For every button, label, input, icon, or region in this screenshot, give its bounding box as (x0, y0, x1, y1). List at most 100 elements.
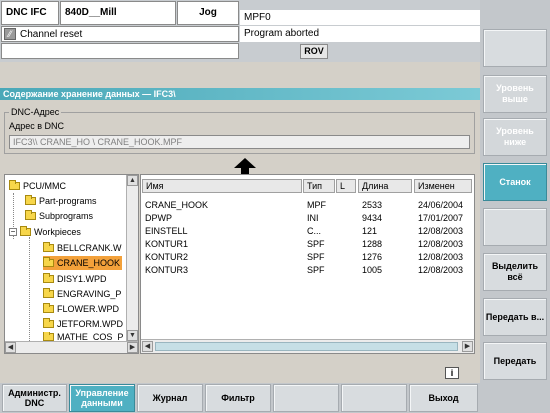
softkey-h5[interactable] (273, 384, 339, 412)
tree-item-jetform[interactable]: JETFORM.WPD (43, 317, 123, 331)
dnc-label: DNC IFC (1, 1, 59, 25)
table-row[interactable]: CRANE_HOOK MPF 2533 24/06/2004 (141, 199, 474, 212)
scroll-right-icon[interactable]: ▶ (127, 342, 138, 353)
file-type: C... (307, 226, 322, 236)
softkey-v6[interactable] (483, 208, 547, 246)
program-name: MPF0 (240, 10, 480, 25)
column-modified[interactable]: Изменен (414, 179, 472, 193)
softkey-v1[interactable] (483, 29, 547, 67)
softkey-h6[interactable] (341, 384, 407, 412)
scroll-up-icon[interactable]: ▲ (127, 175, 138, 186)
tree-item-label: Subprograms (39, 211, 94, 221)
program-status: Program aborted (240, 26, 480, 42)
tree-item-label: DISY1.WPD (57, 274, 107, 284)
data-management-tab[interactable]: Управление данными (69, 384, 135, 412)
tree-item-label: PCU/MMC (23, 181, 66, 191)
tree-item-label: FLOWER.WPD (57, 304, 119, 314)
file-type: INI (307, 213, 319, 223)
scrollbar-thumb[interactable] (155, 342, 458, 351)
table-row[interactable]: EINSTELL C... 121 12/08/2003 (141, 225, 474, 238)
tree-item-label: ENGRAVING_P (57, 289, 122, 299)
column-name[interactable]: Имя (142, 179, 302, 193)
info-icon[interactable]: i (445, 367, 459, 379)
dnc-address-group: DNC-Адрес Адрес в DNC IFC3\\ CRANE_HO \ … (4, 107, 475, 154)
level-up-button[interactable]: Уровень выше (483, 75, 547, 113)
transfer-to-button[interactable]: Передать в... (483, 298, 547, 336)
tree-item-workpieces[interactable]: − Workpieces (9, 225, 81, 239)
vertical-softkey-bar: Уровень выше Уровень ниже Станок Выделит… (480, 0, 550, 413)
tree-item-engraving[interactable]: ENGRAVING_P (43, 287, 121, 301)
file-length: 1276 (362, 252, 383, 262)
table-row[interactable]: KONTUR2 SPF 1276 12/08/2003 (141, 251, 474, 264)
table-row[interactable]: KONTUR1 SPF 1288 12/08/2003 (141, 238, 474, 251)
machine-button[interactable]: Станок (483, 163, 547, 201)
folder-icon (20, 226, 31, 236)
file-name: CRANE_HOOK (145, 200, 209, 210)
file-modified: 12/08/2003 (418, 226, 464, 236)
file-length: 1288 (362, 239, 383, 249)
file-name: KONTUR3 (145, 265, 189, 275)
tree-item-flower[interactable]: FLOWER.WPD (43, 302, 119, 316)
folder-icon (43, 303, 54, 313)
file-type: MPF (307, 200, 326, 210)
file-length: 2533 (362, 200, 383, 210)
folder-icon (9, 180, 20, 190)
dnc-address-group-label: DNC-Адрес (9, 107, 62, 117)
horizontal-softkey-bar: Администр. DNC Управление данными Журнал… (0, 383, 480, 413)
column-length[interactable]: Длина (358, 179, 412, 193)
table-row[interactable]: DPWP INI 9434 17/01/2007 (141, 212, 474, 225)
machine-name: 840D__Mill (60, 1, 176, 25)
tree-item-label: Workpieces (34, 227, 81, 237)
table-row[interactable]: KONTUR3 SPF 1005 12/08/2003 (141, 264, 474, 277)
status-header: DNC IFC 840D__Mill Jog MPF0 ⁄⁄ Channel r… (0, 0, 480, 62)
tree-item-part-programs[interactable]: Part-programs (25, 194, 97, 208)
tree-item-disy1[interactable]: DISY1.WPD (43, 272, 107, 286)
file-modified: 17/01/2007 (418, 213, 464, 223)
directory-tree[interactable]: PCU/MMC Part-programs Subprograms − Work… (4, 174, 139, 354)
scroll-left-icon[interactable]: ◀ (5, 342, 16, 353)
select-all-button[interactable]: Выделить всё (483, 253, 547, 291)
message-line (1, 43, 239, 59)
tree-item-crane-hook[interactable]: CRANE_HOOK (43, 256, 123, 270)
scroll-right-icon[interactable]: ▶ (462, 341, 473, 352)
file-name: KONTUR1 (145, 239, 189, 249)
column-l[interactable]: L (336, 179, 356, 193)
tree-horizontal-scrollbar[interactable]: ◀ ▶ (5, 341, 138, 353)
tree-item-subprograms[interactable]: Subprograms (25, 209, 93, 223)
file-list[interactable]: Имя Тип L Длина Изменен CRANE_HOOK MPF 2… (140, 174, 475, 354)
transfer-button[interactable]: Передать (483, 342, 547, 380)
dnc-address-field[interactable]: IFC3\\ CRANE_HO \ CRANE_HOOK.MPF (9, 135, 470, 149)
folder-icon (43, 288, 54, 298)
tree-item-bellcrank[interactable]: BELLCRANK.W (43, 241, 122, 255)
level-down-button[interactable]: Уровень ниже (483, 118, 547, 156)
dnc-address-label: Адрес в DNC (9, 121, 65, 131)
scroll-down-icon[interactable]: ▼ (127, 330, 138, 341)
folder-open-icon (43, 257, 54, 267)
exit-button[interactable]: Выход (409, 384, 478, 412)
window-title: Содержание хранение данных — IFC3\ (0, 88, 480, 100)
file-name: DPWP (145, 213, 172, 223)
folder-icon (43, 273, 54, 283)
tree-vertical-scrollbar[interactable]: ▲ ▼ (126, 175, 138, 341)
filter-tab[interactable]: Фильтр (205, 384, 271, 412)
log-tab[interactable]: Журнал (137, 384, 203, 412)
folder-icon (25, 195, 36, 205)
collapse-icon[interactable]: − (9, 228, 17, 236)
file-modified: 12/08/2003 (418, 239, 464, 249)
tree-item-label: CRANE_HOOK (57, 258, 121, 268)
column-type[interactable]: Тип (303, 179, 335, 193)
file-list-header: Имя Тип L Длина Изменен (141, 179, 474, 193)
file-list-horizontal-scrollbar[interactable]: ◀ ▶ (141, 339, 474, 353)
folder-icon (25, 210, 36, 220)
operating-mode: Jog (177, 1, 239, 25)
file-modified: 12/08/2003 (418, 252, 464, 262)
tree-item-label: Part-programs (39, 196, 97, 206)
channel-status-icon: ⁄⁄ (4, 28, 16, 40)
dnc-admin-tab[interactable]: Администр. DNC (2, 384, 67, 412)
file-type: SPF (307, 239, 325, 249)
tree-item-pcu-mmc[interactable]: PCU/MMC (9, 179, 66, 193)
file-length: 9434 (362, 213, 383, 223)
scroll-left-icon[interactable]: ◀ (142, 341, 153, 352)
file-length: 1005 (362, 265, 383, 275)
file-modified: 24/06/2004 (418, 200, 464, 210)
